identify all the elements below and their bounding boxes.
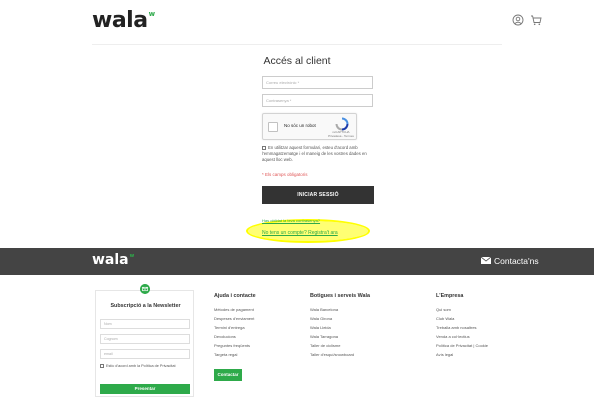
footer-link[interactable]: Wala Tarragona: [310, 332, 370, 341]
footer-logo-superscript: w: [129, 253, 135, 259]
newsletter-card: Subscripció a la Newsletter Nom Cognom e…: [95, 290, 194, 397]
login-title: Accés al client: [263, 55, 331, 67]
recaptcha-widget: No sóc un robot reCAPTCHA Privadesa - Te…: [262, 113, 357, 140]
required-fields-note: * Els camps obligatoris: [262, 172, 308, 177]
contact-us-link[interactable]: Contacta'ns: [481, 256, 539, 266]
password-field[interactable]: Contrasenya *: [262, 94, 373, 107]
footer-link[interactable]: Qui som: [436, 305, 488, 314]
footer-column-help: Ajuda i contacte Mètodes de pagament Des…: [214, 293, 256, 359]
footer-logo[interactable]: walaw: [92, 252, 134, 268]
footer-link[interactable]: Termini d'entrega: [214, 323, 256, 332]
user-account-icon[interactable]: [512, 14, 524, 26]
consent-checkbox[interactable]: [262, 145, 266, 150]
newsletter-submit-button[interactable]: Presentar: [100, 384, 190, 394]
cart-icon[interactable]: [530, 14, 542, 26]
recaptcha-label: No sóc un robot: [284, 123, 316, 128]
footer-link[interactable]: Wala Barcelona: [310, 305, 370, 314]
mail-icon: [481, 257, 491, 265]
footer-column-title: Ajuda i contacte: [214, 293, 256, 299]
footer-link[interactable]: Wala Lleida: [310, 323, 370, 332]
footer-band: walaw Contacta'ns: [0, 248, 594, 275]
newsletter-mail-icon: [140, 284, 150, 294]
logo-text: wala: [92, 8, 148, 33]
recaptcha-brand: reCAPTCHA Privadesa - Termes: [325, 130, 357, 139]
footer-link[interactable]: Mètodes de pagament: [214, 305, 256, 314]
email-field[interactable]: Correu electrònic *: [262, 76, 373, 89]
newsletter-surname-field[interactable]: Cognom: [100, 334, 190, 344]
logo-superscript: w: [148, 10, 155, 18]
footer-link[interactable]: Wala Girona: [310, 314, 370, 323]
footer-column-company: L'Empresa Qui som Club Wala Treballa amb…: [436, 293, 488, 359]
consent-text: En utilitzar aquest formulari, esteu d'a…: [262, 145, 367, 162]
footer-logo-text: wala: [92, 252, 129, 268]
register-link[interactable]: No tens un compte? Registra't ara: [262, 230, 338, 236]
footer-link[interactable]: Política de Privacitat | Cookie: [436, 341, 488, 350]
footer-column-title: L'Empresa: [436, 293, 464, 299]
consent-checkbox-row: En utilitzar aquest formulari, esteu d'a…: [262, 145, 374, 162]
footer-link[interactable]: Targeta regal: [214, 350, 256, 359]
recaptcha-logo-icon: [335, 117, 349, 131]
forgot-password-link[interactable]: Has oblidat la teva contrasenya?: [262, 218, 320, 223]
footer-link[interactable]: Club Wala: [436, 314, 488, 323]
newsletter-name-field[interactable]: Nom: [100, 319, 190, 329]
contact-us-label: Contacta'ns: [494, 256, 539, 266]
footer-column-stores: Botigues i serveis Wala Wala Barcelona W…: [310, 293, 370, 359]
site-header: walaw: [0, 0, 594, 42]
footer-column-title: Botigues i serveis Wala: [310, 293, 371, 299]
footer-link[interactable]: Venda a col·lectius: [436, 332, 488, 341]
newsletter-consent-row: Estic d'acord amb la Política de Privaci…: [100, 363, 190, 369]
footer-link[interactable]: Treballa amb nosaltres: [436, 323, 488, 332]
newsletter-email-field[interactable]: email: [100, 349, 190, 359]
newsletter-consent-text: Estic d'acord amb la Política de Privaci…: [106, 364, 176, 368]
footer-link[interactable]: Avís legal: [436, 350, 488, 359]
recaptcha-checkbox[interactable]: [268, 122, 278, 132]
footer-link[interactable]: Devolucions: [214, 332, 256, 341]
login-button[interactable]: INICIAR SESSIÓ: [262, 186, 374, 204]
footer-link[interactable]: Taller d'esquí/snowboard: [310, 350, 370, 359]
site-logo[interactable]: walaw: [92, 8, 155, 33]
footer-link[interactable]: Taller de ciclisme: [310, 341, 370, 350]
footer-link[interactable]: Preguntes freqüents: [214, 341, 256, 350]
header-divider: [92, 44, 502, 45]
recaptcha-terms[interactable]: Privadesa - Termes: [325, 134, 357, 139]
newsletter-title: Subscripció a la Newsletter: [110, 303, 181, 309]
footer-link[interactable]: Despeses d'enviament: [214, 314, 256, 323]
newsletter-consent-checkbox[interactable]: [100, 364, 104, 368]
contact-button[interactable]: Contactar: [214, 369, 242, 381]
